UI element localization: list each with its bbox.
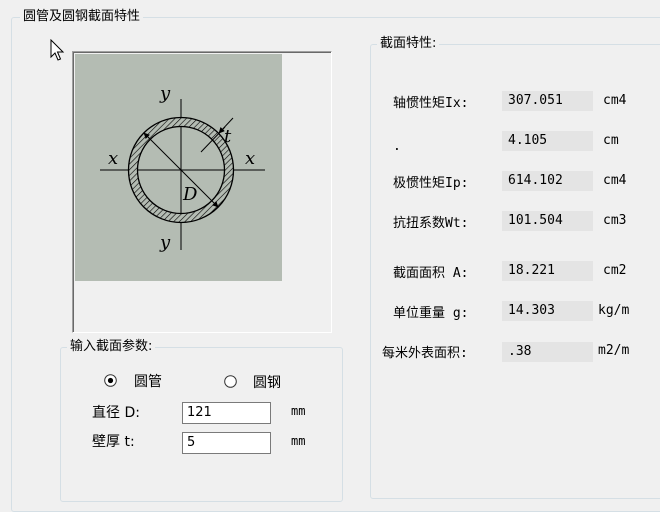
radio-pipe-label[interactable]: 圆管	[134, 371, 162, 391]
thickness-label: 壁厚 t:	[92, 434, 135, 450]
input-parameters-title: 输入截面参数:	[67, 340, 156, 354]
radio-round-bar-label[interactable]: 圆钢	[253, 372, 281, 392]
wt-value[interactable]: 101.504	[502, 211, 593, 231]
radius-of-gyration-value[interactable]: 4.105	[502, 131, 593, 151]
ip-label: 极惯性矩Ip:	[393, 176, 469, 191]
radius-of-gyration-label: .	[393, 139, 401, 154]
area-label: 截面面积 A:	[393, 266, 469, 281]
mouse-pointer-icon	[50, 39, 65, 61]
pipe-diagram: y y x x t D	[100, 83, 265, 253]
ix-label: 轴惯性矩Ix:	[393, 96, 469, 111]
thickness-label: t	[224, 126, 232, 147]
pipe-section-drawing: y y x x t D	[75, 54, 282, 281]
surface-area-value[interactable]: .38	[502, 342, 593, 362]
thickness-unit: mm	[291, 434, 306, 448]
x-label-right: x	[245, 148, 255, 169]
section-properties-title: 截面特性:	[377, 37, 440, 51]
diameter-unit: mm	[291, 404, 306, 418]
diameter-input[interactable]: 121	[182, 402, 271, 424]
ip-value[interactable]: 614.102	[502, 171, 593, 191]
weight-label: 单位重量 g:	[393, 306, 469, 321]
x-label-left: x	[108, 148, 118, 169]
area-value[interactable]: 18.221	[502, 261, 593, 281]
radio-round-bar[interactable]	[224, 375, 237, 388]
wt-unit: cm3	[603, 213, 627, 228]
y-label-top: y	[159, 83, 171, 104]
weight-value[interactable]: 14.303	[502, 301, 593, 321]
ip-unit: cm4	[603, 173, 627, 188]
groupbox-title: 圆管及圆钢截面特性	[20, 10, 144, 24]
y-label-bottom: y	[159, 232, 171, 253]
ix-unit: cm4	[603, 93, 627, 108]
section-figure-panel: y y x x t D	[72, 51, 332, 333]
radio-pipe[interactable]	[104, 374, 117, 387]
weight-unit: kg/m	[598, 303, 630, 318]
diameter-label: 直径 D:	[92, 405, 140, 421]
radius-of-gyration-unit: cm	[603, 133, 619, 148]
diameter-label: D	[182, 184, 198, 205]
ix-value[interactable]: 307.051	[502, 91, 593, 111]
surface-area-unit: m2/m	[598, 343, 630, 358]
area-unit: cm2	[603, 263, 627, 278]
surface-area-label: 每米外表面积:	[382, 346, 468, 361]
thickness-input[interactable]: 5	[182, 432, 271, 454]
wt-label: 抗扭系数Wt:	[393, 216, 469, 231]
